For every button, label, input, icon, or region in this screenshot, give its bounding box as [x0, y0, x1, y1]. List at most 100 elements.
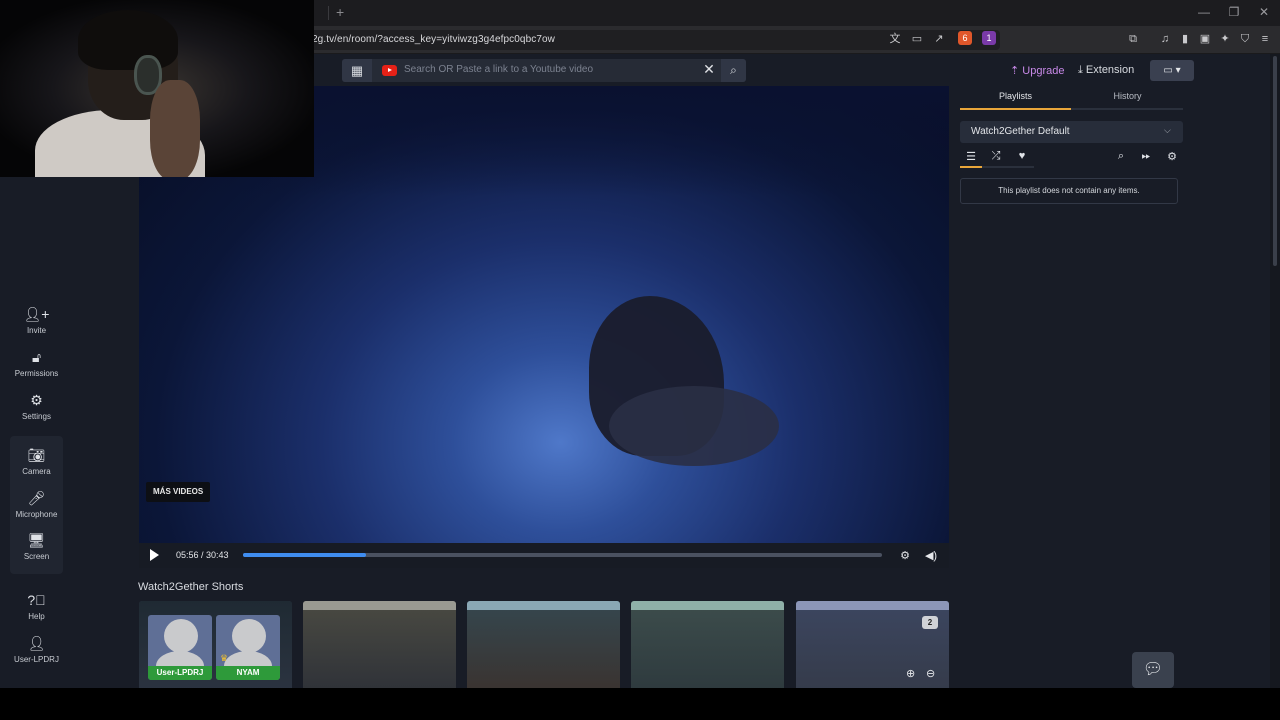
sidebar-item-screen[interactable]: 🖥︎ Screen	[10, 532, 63, 561]
shorts-count-badge: 2	[922, 616, 938, 629]
short-thumbnail[interactable]	[303, 601, 456, 691]
microphone-icon: 🎤︎	[27, 490, 46, 506]
user-tile[interactable]: ♛ NYAM	[216, 615, 280, 680]
webcam-arm	[150, 80, 200, 177]
upgrade-icon: ⇡	[1010, 65, 1023, 77]
share-icon[interactable]: ↗	[932, 32, 946, 46]
scrollbar-thumb[interactable]	[1273, 56, 1277, 266]
play-icon[interactable]	[150, 549, 162, 561]
captions-dropdown[interactable]: ▭ ▾	[1150, 60, 1194, 81]
monitor-icon: 🖥︎	[27, 532, 46, 548]
gear-icon[interactable]: ⚙	[898, 549, 912, 562]
skip-forward-icon[interactable]: ⏩︎	[1139, 150, 1153, 163]
tab-separator	[328, 6, 329, 20]
sidebar-item-settings[interactable]: ⚙ Settings	[10, 392, 63, 421]
sidebar-item-label: Permissions	[14, 369, 59, 378]
sidebar-item-invite[interactable]: 👤︎+ Invite	[10, 306, 63, 335]
add-user-icon: 👤︎+	[23, 306, 50, 322]
short-image	[631, 601, 784, 691]
sidebar-item-label: Microphone	[15, 510, 58, 519]
short-top	[796, 601, 949, 610]
download-icon: ⤓	[1078, 64, 1086, 76]
active-tab-indicator	[960, 108, 1071, 110]
camera-icon: 📷︎	[27, 447, 46, 463]
apps-grid-icon[interactable]: ▦	[342, 59, 372, 82]
vpn-icon[interactable]: ⛉	[1238, 32, 1252, 46]
sidebar-item-microphone[interactable]: 🎤︎ Microphone	[10, 490, 63, 519]
short-thumbnail[interactable]	[631, 601, 784, 691]
sidebar-icon[interactable]: ▮	[1178, 32, 1192, 46]
user-tile[interactable]: User-LPDRJ	[148, 615, 212, 680]
upgrade-label: Upgrade	[1022, 65, 1065, 77]
zoom-in-icon[interactable]: ⊕	[906, 667, 915, 680]
extension-label: Extension	[1085, 64, 1135, 76]
gear-icon[interactable]: ⚙	[1165, 150, 1179, 163]
playlist-select[interactable]: Watch2Gether Default	[960, 121, 1183, 143]
sidebar-item-label: User-LPDRJ	[14, 655, 59, 664]
heart-icon[interactable]: ♥	[1015, 150, 1029, 162]
cast-icon[interactable]: ▭	[910, 32, 924, 46]
chevron-down-icon[interactable]: ⌵	[1164, 125, 1171, 136]
translate-icon[interactable]: 文	[888, 32, 902, 46]
rewards-icon[interactable]: 1	[982, 31, 996, 45]
unlock-icon: 🔓︎	[31, 349, 42, 365]
short-top	[467, 601, 620, 610]
tab-history[interactable]: History	[1072, 91, 1183, 101]
short-image	[467, 601, 620, 691]
short-thumbnail[interactable]	[467, 601, 620, 691]
zoom-out-icon[interactable]: ⊖	[926, 667, 935, 680]
user-name: User-LPDRJ	[148, 666, 212, 680]
user-name: NYAM	[216, 666, 280, 680]
user-icon: 👤︎	[27, 635, 46, 651]
sidebar-item-label: Settings	[22, 412, 51, 421]
clear-search-icon[interactable]: ✕	[702, 61, 716, 78]
help-icon: ?⃝	[27, 592, 46, 608]
sidebar-item-label: Camera	[22, 467, 51, 476]
crown-icon: ♛	[220, 653, 229, 663]
screenshot-icon[interactable]: ⧉	[1126, 32, 1140, 46]
search-icon[interactable]: ⌕	[721, 59, 746, 82]
leo-icon[interactable]: ✦	[1218, 32, 1232, 46]
wallet-icon[interactable]: ▣	[1198, 32, 1212, 46]
progress-fill	[243, 553, 367, 557]
sidebar-item-user[interactable]: 👤︎ User-LPDRJ	[10, 635, 63, 664]
shuffle-icon[interactable]: ⤮	[989, 150, 1003, 163]
menu-icon[interactable]: ≡	[1258, 32, 1272, 46]
avatar	[232, 619, 266, 653]
list-view-indicator	[960, 166, 982, 168]
tab-playlists[interactable]: Playlists	[960, 91, 1071, 101]
chevron-down-icon: ▾	[1175, 65, 1181, 76]
sidebar-item-label: Screen	[23, 552, 50, 561]
sidebar-item-camera[interactable]: 📷︎ Camera	[10, 447, 63, 476]
close-window-button[interactable]: ✕	[1256, 5, 1272, 19]
search-input[interactable]	[404, 64, 694, 75]
avatar	[164, 619, 198, 653]
sidebar-item-permissions[interactable]: 🔓︎ Permissions	[10, 349, 63, 378]
extension-link[interactable]: ⤓ Extension	[1078, 64, 1134, 77]
minimize-button[interactable]: —	[1196, 5, 1212, 19]
more-videos-button[interactable]: MÁS VIDEOS	[146, 482, 211, 502]
brave-shield-icon[interactable]: 6	[958, 31, 972, 45]
gear-icon: ⚙	[30, 392, 43, 408]
short-top	[631, 601, 784, 610]
video-figure-body	[609, 386, 779, 466]
empty-playlist-message: This playlist does not contain any items…	[960, 178, 1178, 204]
shorts-title: Watch2Gether Shorts	[138, 581, 244, 593]
short-image	[303, 601, 456, 691]
playback-time: 05:56 / 30:43	[176, 550, 229, 560]
music-icon[interactable]: ♫	[1158, 32, 1172, 46]
chat-icon[interactable]: 💬︎	[1132, 652, 1174, 688]
sidebar-item-help[interactable]: ?⃝ Help	[10, 592, 63, 621]
sidebar-item-label: Invite	[26, 326, 47, 335]
sidebar-item-label: Help	[28, 612, 45, 621]
url-text[interactable]: 2g.tv/en/room/?access_key=yitviwzg3g4efp…	[312, 34, 555, 45]
new-tab-button[interactable]: +	[336, 4, 344, 20]
upgrade-link[interactable]: ⇡ Upgrade	[1010, 64, 1064, 77]
playlist-toolbar-divider	[982, 166, 1034, 168]
list-icon[interactable]: ☰	[964, 150, 978, 163]
volume-icon[interactable]: ◀)	[924, 549, 938, 562]
restore-button[interactable]: ❐	[1226, 5, 1242, 19]
youtube-icon	[382, 65, 397, 76]
search-icon[interactable]: ⌕	[1114, 150, 1128, 163]
bottom-black-bar	[0, 688, 1280, 720]
